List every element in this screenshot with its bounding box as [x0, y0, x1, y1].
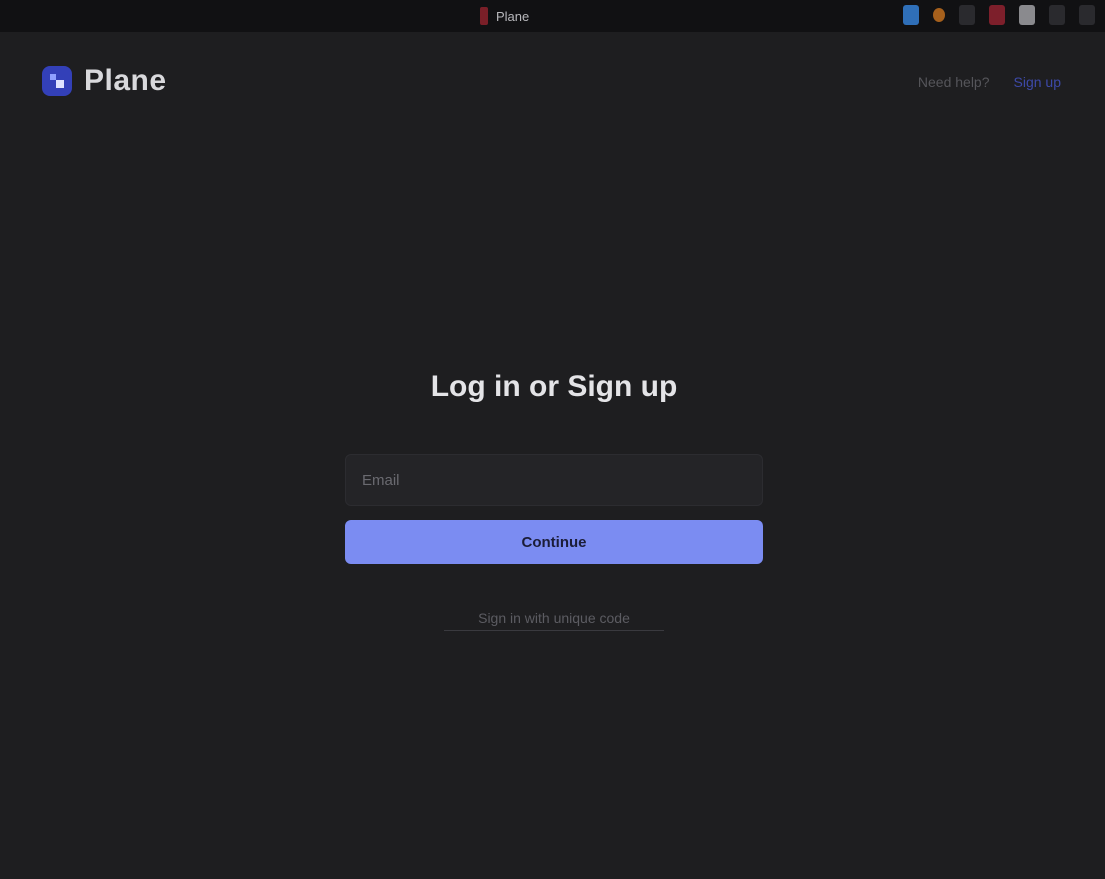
favicon-icon: [480, 7, 488, 25]
bluetooth-icon[interactable]: [903, 5, 919, 25]
auth-form: Log in or Sign up Continue Sign in with …: [345, 370, 763, 631]
close-icon[interactable]: [1079, 5, 1095, 25]
browser-tab[interactable]: Plane: [480, 6, 529, 26]
email-field[interactable]: [345, 454, 763, 506]
plane-logo-icon: [42, 66, 72, 96]
page-title: Log in or Sign up: [430, 370, 678, 403]
menu-icon[interactable]: [1049, 5, 1065, 25]
app-icon[interactable]: [989, 5, 1005, 25]
header-nav: Need help? Sign up: [918, 70, 1069, 94]
help-link[interactable]: Need help?: [918, 70, 990, 94]
sign-up-link[interactable]: Sign up: [1006, 70, 1069, 94]
page-header: Plane Need help? Sign up: [0, 32, 1105, 132]
brand-name: Plane: [84, 64, 167, 97]
brand-logo[interactable]: Plane: [42, 64, 167, 98]
profile-icon[interactable]: [1019, 5, 1035, 25]
extension-icon[interactable]: [959, 5, 975, 25]
continue-button[interactable]: Continue: [345, 520, 763, 564]
browser-topbar: Plane: [0, 0, 1105, 32]
system-tray: [903, 5, 1095, 25]
notification-icon[interactable]: [933, 8, 945, 22]
unique-code-link[interactable]: Sign in with unique code: [444, 610, 664, 631]
browser-tab-title: Plane: [496, 8, 530, 24]
